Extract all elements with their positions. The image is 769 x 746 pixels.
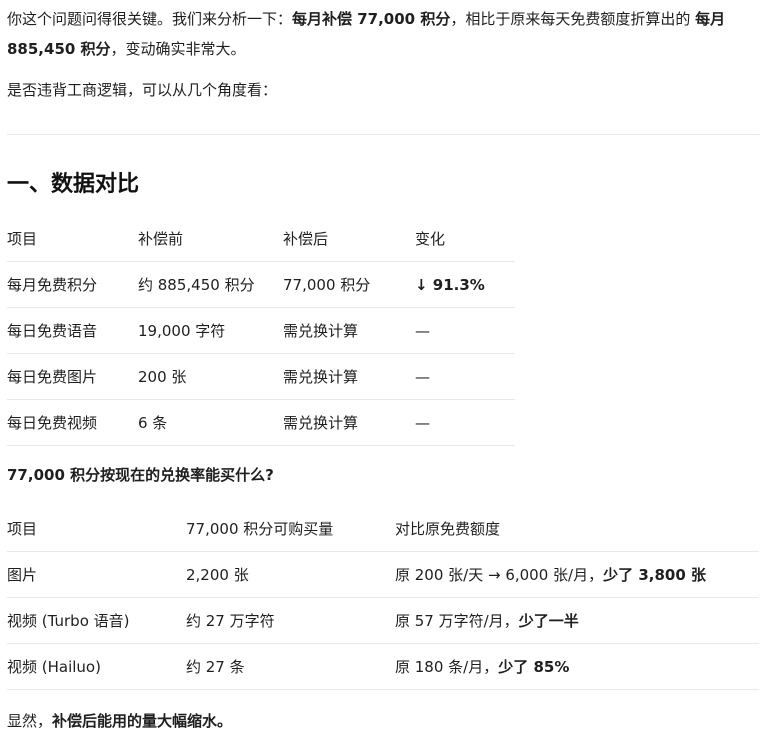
- conclusion-emphasis: 补偿后能用的量大幅缩水。: [52, 712, 233, 730]
- table-header-cell: 项目: [7, 520, 38, 538]
- intro-bold-1: 每月补偿 77,000 积分: [292, 10, 451, 28]
- table-cell: —: [415, 321, 430, 340]
- section-heading: 一、数据对比: [7, 172, 140, 197]
- compare-emphasis: 少了 85%: [498, 658, 570, 676]
- subsection-heading: 77,000 积分按现在的兑换率能买什么?: [7, 466, 274, 484]
- table-cell: 约 885,450 积分: [138, 276, 255, 294]
- table-cell: 需兑换计算: [283, 414, 359, 432]
- table-row: 每日免费视频 6 条 需兑换计算 —: [7, 400, 515, 446]
- intro-text-3: ，变动确实非常大。: [110, 40, 246, 58]
- divider: [7, 134, 759, 135]
- table-cell: 200 张: [138, 368, 187, 386]
- table-cell: 需兑换计算: [283, 322, 359, 340]
- table-row: 每日免费图片 200 张 需兑换计算 —: [7, 354, 515, 400]
- table-cell: 需兑换计算: [283, 368, 359, 386]
- change-cell: ↓ 91.3%: [415, 262, 515, 308]
- intro-paragraph: 你这个问题问得很关键。我们来分析一下：每月补偿 77,000 积分，相比于原来每…: [7, 4, 752, 64]
- table-header-cell: 变化: [415, 230, 446, 248]
- conclusion-text: 显然，: [7, 712, 53, 730]
- table-cell: —: [415, 367, 430, 386]
- table-row: 视频 (Hailuo) 约 27 条 原 180 条/月，少了 85%: [7, 644, 759, 690]
- table-row: 每日免费语音 19,000 字符 需兑换计算 —: [7, 308, 515, 354]
- table-header-row: 项目 补偿前 补偿后 变化: [7, 216, 515, 262]
- comparison-table: 项目 补偿前 补偿后 变化 每月免费积分 约 885,450 积分 77,000…: [7, 216, 515, 446]
- table-cell: 每日免费视频: [7, 414, 98, 432]
- purchase-table: 项目 77,000 积分可购买量 对比原免费额度 图片 2,200 张 原 20…: [7, 506, 759, 690]
- table-cell: 约 27 万字符: [186, 612, 275, 630]
- table-cell: 每月免费积分: [7, 276, 98, 294]
- decrease-value: ↓ 91.3%: [415, 275, 485, 294]
- table-header-cell: 补偿后: [283, 230, 329, 248]
- intro-text-1: 你这个问题问得很关键。我们来分析一下：: [7, 10, 293, 28]
- table-cell: 视频 (Hailuo): [7, 658, 101, 676]
- table-header-cell: 77,000 积分可购买量: [186, 520, 334, 538]
- table-header-cell: 项目: [7, 230, 38, 248]
- table-header-cell: 补偿前: [138, 230, 184, 248]
- table-cell: 每日免费语音: [7, 322, 98, 340]
- table-cell: 77,000 积分: [283, 276, 371, 294]
- compare-text: 原 57 万字符/月，: [395, 612, 519, 630]
- table-row: 图片 2,200 张 原 200 张/天 → 6,000 张/月，少了 3,80…: [7, 552, 759, 598]
- table-row: 每月免费积分 约 885,450 积分 77,000 积分 ↓ 91.3%: [7, 262, 515, 308]
- compare-emphasis: 少了一半: [518, 612, 579, 630]
- table-cell: —: [415, 413, 430, 432]
- conclusion-paragraph: 显然，补偿后能用的量大幅缩水。: [7, 706, 232, 736]
- table-cell: 原 180 条/月，少了 85%: [395, 644, 759, 690]
- table-row: 视频 (Turbo 语音) 约 27 万字符 原 57 万字符/月，少了一半: [7, 598, 759, 644]
- lead-paragraph: 是否违背工商逻辑，可以从几个角度看：: [7, 81, 278, 99]
- table-cell: 6 条: [138, 414, 168, 432]
- table-header-row: 项目 77,000 积分可购买量 对比原免费额度: [7, 506, 759, 552]
- table-cell: 视频 (Turbo 语音): [7, 612, 130, 630]
- table-cell: 原 57 万字符/月，少了一半: [395, 598, 759, 644]
- table-cell: 原 200 张/天 → 6,000 张/月，少了 3,800 张: [395, 552, 759, 598]
- compare-emphasis: 少了 3,800 张: [603, 566, 706, 584]
- table-cell: 19,000 字符: [138, 322, 226, 340]
- table-cell: 约 27 条: [186, 658, 245, 676]
- table-cell: 2,200 张: [186, 566, 249, 584]
- intro-text-2: ，相比于原来每天免费额度折算出的: [450, 10, 696, 28]
- table-cell: 每日免费图片: [7, 368, 98, 386]
- compare-text: 原 180 条/月，: [395, 658, 499, 676]
- compare-text: 原 200 张/天 → 6,000 张/月，: [395, 566, 604, 584]
- table-header-cell: 对比原免费额度: [395, 520, 501, 538]
- table-cell: 图片: [7, 566, 38, 584]
